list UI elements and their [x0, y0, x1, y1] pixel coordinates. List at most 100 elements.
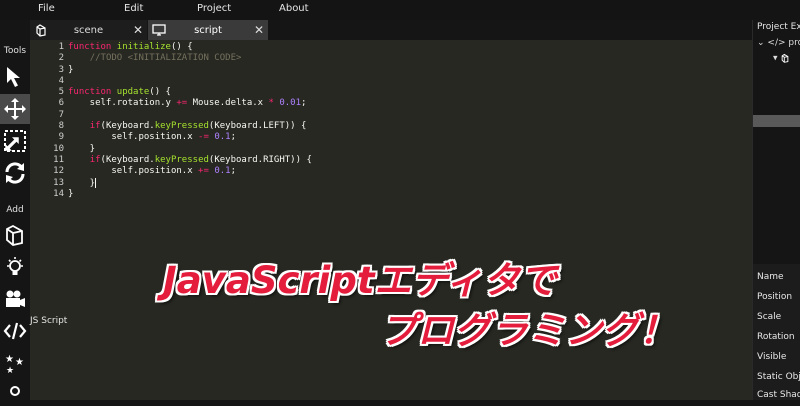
prop-cast-shadow: Cast Shad: [757, 390, 800, 400]
chevron-down-icon[interactable]: ⌄: [757, 38, 765, 48]
add-shape-tool[interactable]: [0, 376, 30, 406]
scale-tool[interactable]: [0, 126, 30, 156]
code-line[interactable]: [68, 110, 312, 121]
menu-file[interactable]: File: [38, 3, 55, 14]
line-number-gutter: 1 2 3 4 5 6 7 8 9 10 11 12 13 14: [30, 42, 64, 200]
code-area[interactable]: function initialize() { //TODO <INITIALI…: [68, 42, 312, 200]
code-token: Mouse.delta.x: [187, 98, 269, 109]
code-line[interactable]: }: [68, 177, 312, 189]
code-token: if: [89, 121, 101, 132]
code-token: self.position.x: [68, 166, 199, 177]
code-token: update: [116, 87, 150, 98]
code-line[interactable]: self.position.x += 0.1;: [68, 166, 312, 177]
code-token: initialize: [116, 42, 171, 52]
prop-position: Position: [757, 292, 793, 302]
code-line[interactable]: if(Keyboard.keyPressed(Keyboard.RIGHT)) …: [68, 155, 312, 166]
caption-line-2: プログラミング！: [380, 309, 676, 352]
line-number: 7: [58, 109, 64, 120]
code-line[interactable]: }: [68, 65, 312, 76]
line-number: 1: [58, 42, 64, 52]
project-explorer-panel: Project Ex ⌄ </> pro ▾ Name Position Sca…: [752, 20, 800, 400]
code-token: keyPressed: [154, 154, 209, 165]
rotate-tool[interactable]: [0, 158, 30, 188]
tree-item-program[interactable]: ⌄ </> pro: [757, 38, 800, 48]
code-line[interactable]: function initialize() {: [68, 42, 312, 53]
menu-about[interactable]: About: [279, 3, 309, 14]
caption-line-1: JavaScriptエディタで: [163, 259, 557, 302]
menu-edit[interactable]: Edit: [124, 3, 143, 14]
code-token: 0.1: [214, 132, 231, 143]
code-token: +=: [176, 98, 188, 109]
code-token: 0.1: [214, 166, 231, 177]
code-token: (Keyboard.RIGHT)) {: [208, 154, 312, 165]
code-line[interactable]: self.position.x -= 0.1;: [68, 132, 312, 143]
tree-item-label: </> pro: [767, 38, 800, 48]
line-number: 12: [53, 166, 64, 177]
code-token: ;: [301, 98, 307, 109]
add-script-tool[interactable]: [0, 316, 30, 346]
tree-item-scene[interactable]: ▾: [773, 53, 790, 64]
code-token: () {: [149, 87, 171, 98]
line-number: 11: [53, 154, 64, 165]
code-icon: [3, 322, 27, 340]
menu-project[interactable]: Project: [197, 3, 231, 14]
cursor-arrow-icon: [7, 67, 20, 87]
menu-bar: File Edit Project About: [0, 0, 800, 20]
lightbulb-icon: [7, 257, 23, 275]
tab-scene-label: scene: [73, 25, 104, 36]
circle-icon: [10, 386, 20, 396]
code-token: }: [68, 64, 74, 75]
code-token: }: [68, 178, 96, 189]
move-tool[interactable]: [0, 94, 30, 124]
select-tool[interactable]: [0, 62, 30, 92]
svg-text:★: ★: [15, 357, 24, 368]
left-toolbar: Tools Add ★ ★ ★: [0, 20, 30, 400]
line-number: 9: [58, 132, 64, 143]
move-arrows-icon: [4, 98, 26, 120]
add-camera-tool[interactable]: [0, 284, 30, 314]
line-number: 8: [58, 121, 64, 132]
code-line[interactable]: self.rotation.y += Mouse.delta.x * 0.01;: [68, 98, 312, 109]
code-token: }: [68, 143, 96, 154]
code-token: ;: [230, 166, 236, 177]
prop-static-object: Static Obje: [757, 372, 800, 382]
code-line[interactable]: function update() {: [68, 87, 312, 98]
panel-scrollbar[interactable]: [753, 115, 800, 127]
line-number: 4: [58, 75, 64, 86]
code-line[interactable]: //TODO <INITIALIZATION CODE>: [68, 53, 312, 64]
prop-scale: Scale: [757, 312, 782, 322]
line-number: 13: [53, 177, 64, 188]
close-icon[interactable]: ✕: [133, 23, 143, 37]
add-model-tool[interactable]: [0, 220, 30, 250]
panel-title: Project Ex: [757, 22, 800, 32]
rotate-icon: [5, 162, 25, 184]
code-line[interactable]: [68, 76, 312, 87]
add-particles-tool[interactable]: ★ ★ ★: [0, 348, 30, 378]
svg-text:★: ★: [5, 354, 14, 365]
code-token: keyPressed: [154, 121, 209, 132]
code-line[interactable]: if(Keyboard.keyPressed(Keyboard.LEFT)) {: [68, 121, 312, 132]
code-token: () {: [170, 42, 193, 52]
tab-script-label: script: [194, 25, 222, 36]
code-token: function: [68, 87, 112, 98]
code-token: ;: [230, 132, 236, 143]
code-token: 0.01: [279, 98, 302, 109]
line-number: 2: [58, 53, 64, 64]
add-label: Add: [6, 205, 24, 215]
code-token: //TODO <INITIALIZATION CODE>: [89, 53, 242, 64]
tab-script[interactable]: script ✕: [148, 20, 268, 40]
prop-rotation: Rotation: [757, 332, 795, 342]
add-light-tool[interactable]: [0, 252, 30, 282]
code-line[interactable]: }: [68, 189, 312, 200]
line-number: 10: [53, 143, 64, 154]
tab-scene[interactable]: scene ✕: [30, 20, 147, 40]
code-token: self.position.x: [68, 132, 199, 143]
line-number: 5: [58, 87, 64, 98]
code-token: -=: [198, 132, 209, 143]
line-number: 6: [58, 98, 64, 109]
code-token: }: [68, 188, 74, 199]
code-line[interactable]: }: [68, 144, 312, 155]
close-icon[interactable]: ✕: [254, 23, 264, 37]
